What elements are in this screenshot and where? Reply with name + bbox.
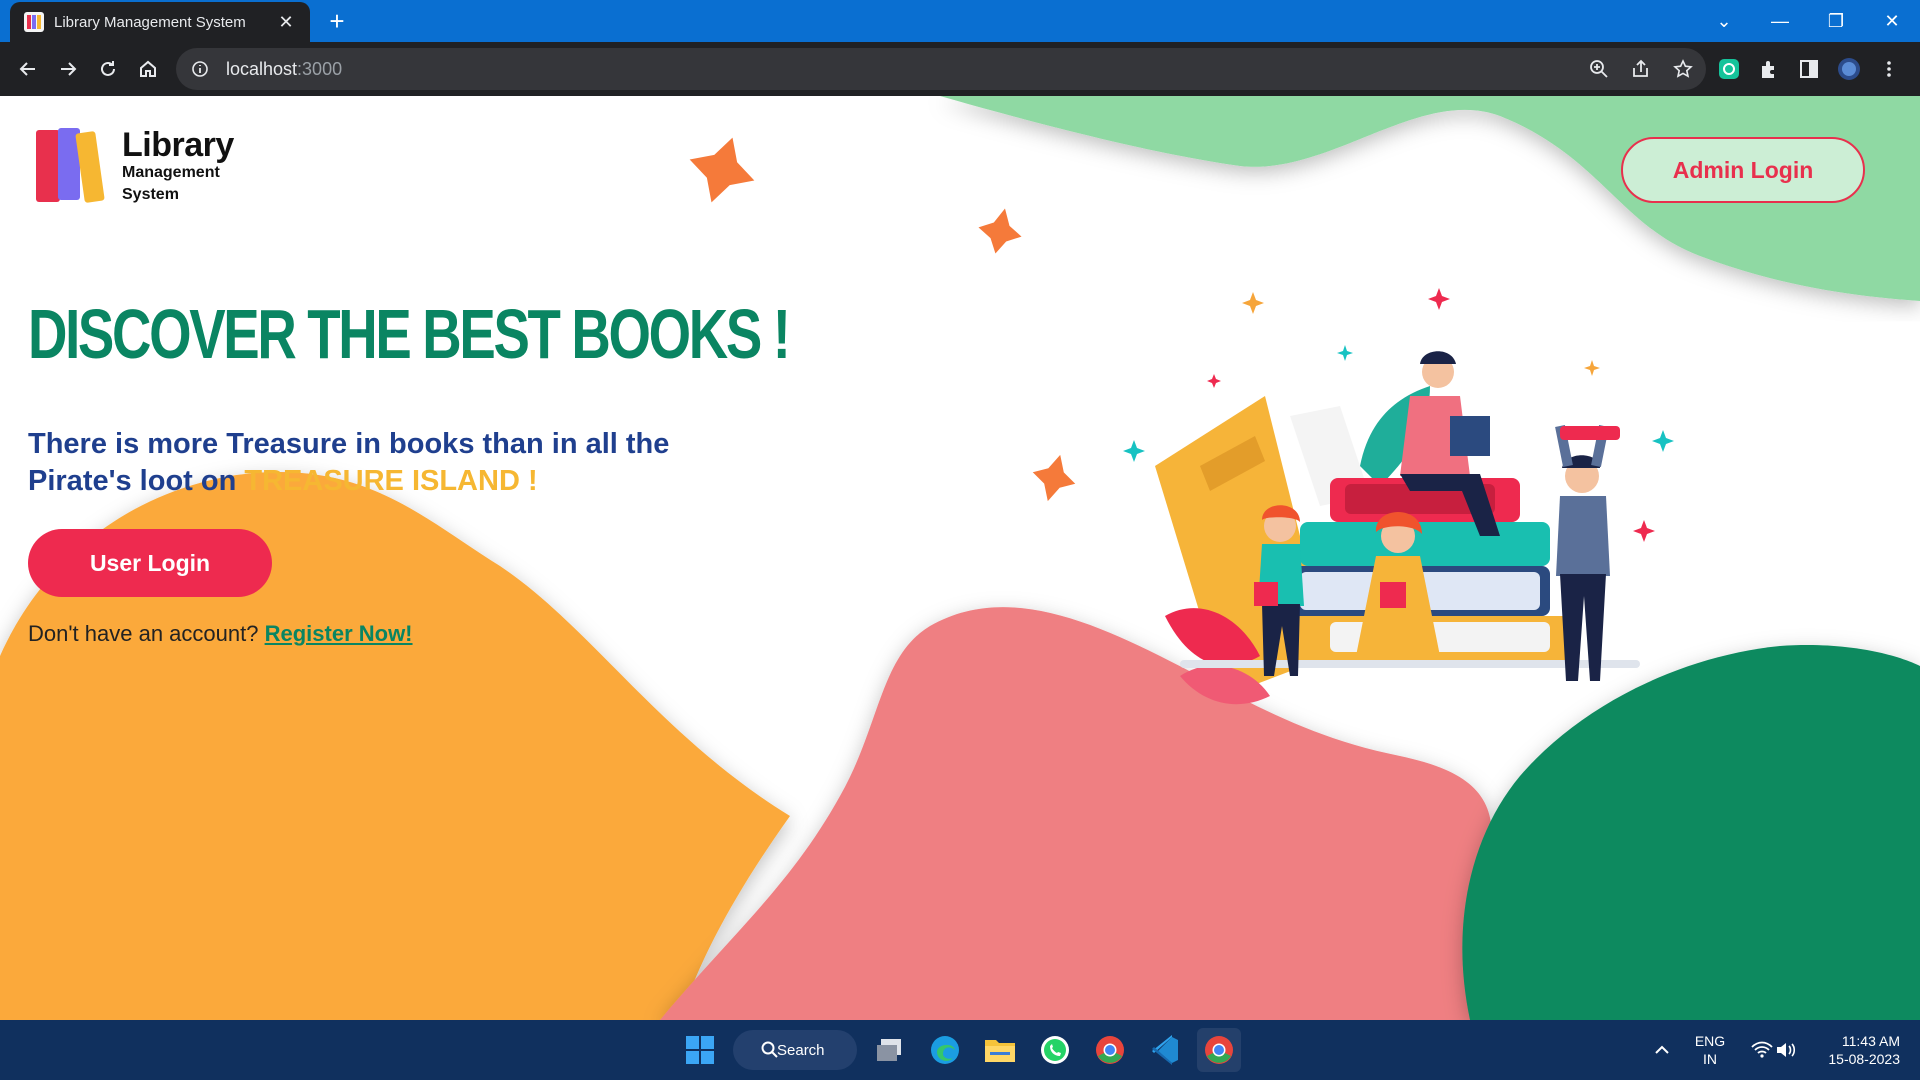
browser-tab[interactable]: Library Management System ✕ — [10, 2, 310, 42]
close-tab-icon[interactable]: ✕ — [276, 12, 296, 33]
logo-subtitle-1: Management — [122, 164, 220, 181]
extensions-puzzle-icon[interactable] — [1756, 56, 1782, 82]
tagline: There is more Treasure in books than in … — [28, 426, 708, 500]
restore-button[interactable]: ❐ — [1808, 0, 1864, 42]
lang-code: ENG — [1694, 1033, 1726, 1049]
close-window-button[interactable]: ✕ — [1864, 0, 1920, 42]
clock-time: 11:43 AM — [1841, 1033, 1900, 1049]
tab-title: Library Management System — [54, 13, 246, 31]
user-login-button[interactable]: User Login — [28, 529, 272, 597]
search-icon — [761, 1041, 778, 1058]
register-prompt-text: Don't have an account? — [28, 621, 265, 646]
landing-page: Library Management System Admin Login DI… — [0, 96, 1920, 1020]
reading-kids-illustration — [1123, 288, 1674, 705]
bookmark-star-icon[interactable] — [1670, 56, 1696, 82]
system-clock[interactable]: 11:43 AM 15-08-2023 — [1800, 1032, 1900, 1068]
background-blobs — [0, 96, 1920, 1020]
back-icon[interactable] — [12, 53, 44, 85]
browser-toolbar: localhost:3000 — [0, 42, 1920, 96]
register-now-link[interactable]: Register Now! — [265, 621, 413, 646]
tagline-accent: TREASURE ISLAND ! — [244, 465, 538, 497]
home-icon[interactable] — [132, 53, 164, 85]
forward-icon[interactable] — [52, 53, 84, 85]
menu-kebab-icon[interactable] — [1876, 56, 1902, 82]
url-host: localhost — [226, 58, 298, 79]
whatsapp-icon[interactable] — [1033, 1028, 1077, 1072]
zoom-icon[interactable] — [1586, 56, 1612, 82]
tab-search-icon[interactable]: ⌄ — [1696, 0, 1752, 42]
window-controls: ⌄ ― ❐ ✕ — [1696, 0, 1920, 42]
pink-blob — [660, 607, 1520, 1020]
library-favicon-icon — [24, 12, 44, 32]
browser-titlebar: Library Management System ✕ + ⌄ ― ❐ ✕ — [0, 0, 1920, 42]
show-hidden-icons-chevron-icon[interactable] — [1640, 1028, 1684, 1072]
clock-date: 15-08-2023 — [1828, 1051, 1900, 1067]
logo-title: Library — [122, 126, 234, 164]
vscode-icon[interactable] — [1143, 1028, 1187, 1072]
address-bar[interactable]: localhost:3000 — [176, 48, 1706, 90]
reload-icon[interactable] — [92, 53, 124, 85]
register-prompt: Don't have an account? Register Now! — [28, 621, 413, 647]
site-info-icon[interactable] — [190, 59, 210, 79]
windows-taskbar: Search ENG IN 11:43 AM 15-08-2023 — [0, 1020, 1920, 1080]
side-panel-icon[interactable] — [1796, 56, 1822, 82]
sparkle-star-icon — [978, 208, 1022, 254]
profile-avatar[interactable] — [1836, 56, 1862, 82]
admin-login-button[interactable]: Admin Login — [1621, 137, 1865, 203]
books-logo-icon — [34, 126, 110, 204]
page-headline: DISCOVER THE BEST BOOKS ! — [28, 295, 791, 373]
logo-subtitle-2: System — [122, 186, 179, 203]
windows-start-icon[interactable] — [678, 1028, 722, 1072]
input-language-indicator[interactable]: ENG IN — [1680, 1032, 1740, 1068]
extensions-area — [1716, 56, 1902, 82]
share-icon[interactable] — [1628, 56, 1654, 82]
logo-text: Library Management System — [122, 126, 234, 206]
file-explorer-icon[interactable] — [978, 1028, 1022, 1072]
taskbar-search-button[interactable]: Search — [733, 1030, 857, 1070]
sparkle-star-icon — [1032, 454, 1076, 502]
chrome-icon[interactable] — [1088, 1028, 1132, 1072]
grammarly-extension-icon[interactable] — [1716, 56, 1742, 82]
edge-browser-icon[interactable] — [923, 1028, 967, 1072]
minimize-button[interactable]: ― — [1752, 0, 1808, 42]
green-blob — [1462, 645, 1920, 1020]
chrome-active-icon[interactable] — [1197, 1028, 1241, 1072]
taskbar-search-label: Search — [777, 1041, 825, 1059]
url-port: :3000 — [297, 58, 343, 79]
task-view-icon[interactable] — [868, 1028, 912, 1072]
lang-region: IN — [1703, 1051, 1717, 1067]
sparkle-star-icon — [689, 137, 755, 203]
new-tab-button[interactable]: + — [322, 6, 352, 36]
site-logo[interactable]: Library Management System — [34, 126, 234, 206]
